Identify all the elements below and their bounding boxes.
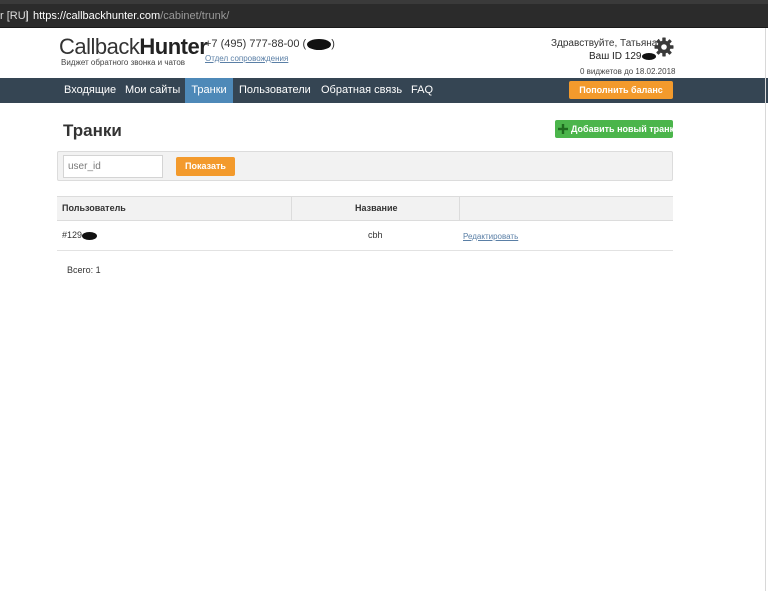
- column-divider: [459, 197, 460, 220]
- phone-number: +7 (495) 777-88-00 (: [205, 38, 307, 50]
- edit-trunk-link[interactable]: Редактировать: [463, 232, 518, 241]
- nav-item-trunks[interactable]: Транки: [185, 78, 233, 103]
- logo-subtitle: Виджет обратного звонка и чатов: [61, 58, 186, 67]
- support-phone: +7 (495) 777-88-00 (): [205, 38, 335, 50]
- url-path: /cabinet/trunk/: [160, 10, 230, 22]
- table-row: #129 cbh Редактировать: [57, 221, 673, 251]
- site-logo[interactable]: CallbackHunter: [59, 34, 208, 60]
- logo-text-bold: Hunter: [139, 34, 208, 59]
- column-header-name: Название: [355, 203, 398, 213]
- support-department-link[interactable]: Отдел сопровождения: [205, 54, 288, 63]
- user-id-text: Ваш ID 129: [589, 51, 642, 62]
- top-up-balance-button[interactable]: Пополнить баланс: [569, 81, 673, 99]
- browser-address-bar: r [RU] | https://callbackhunter.com/cabi…: [0, 0, 768, 28]
- widgets-info: 0 виджетов до 18.02.2018: [580, 67, 676, 76]
- nav-item-users[interactable]: Пользователи: [234, 78, 316, 103]
- url-field[interactable]: https://callbackhunter.com/cabinet/trunk…: [33, 10, 229, 22]
- cell-user: #129: [62, 230, 98, 240]
- logo-text-light: Callback: [59, 34, 140, 59]
- user-id-filter-input[interactable]: [63, 155, 163, 178]
- cell-user-id: #129: [62, 230, 83, 240]
- redacted-user-id: [82, 231, 98, 240]
- browser-tab-strip: [0, 0, 768, 4]
- total-count: Всего: 1: [67, 265, 101, 275]
- nav-item-feedback[interactable]: Обратная связь: [316, 78, 407, 103]
- nav-item-my-sites[interactable]: Мои сайты: [120, 78, 185, 103]
- nav-item-faq[interactable]: FAQ: [406, 78, 438, 103]
- show-button[interactable]: Показать: [176, 157, 235, 176]
- column-divider: [291, 197, 292, 220]
- table-header: Пользователь Название: [57, 196, 673, 221]
- page-title: Транки: [63, 121, 122, 140]
- user-id-label: Ваш ID 129: [589, 51, 656, 62]
- cell-trunk-name: cbh: [368, 230, 383, 240]
- url-host: https://callbackhunter.com: [33, 10, 161, 22]
- add-trunk-label: Добавить новый транк: [571, 124, 675, 134]
- user-greeting: Здравствуйте, Татьяна!: [551, 38, 661, 49]
- add-trunk-button[interactable]: Добавить новый транк: [555, 120, 675, 138]
- column-header-user: Пользователь: [62, 203, 126, 213]
- nav-item-incoming[interactable]: Входящие: [59, 78, 121, 103]
- settings-gear-icon[interactable]: [654, 37, 674, 57]
- phone-close-paren: ): [331, 38, 335, 50]
- redacted-extension: [307, 38, 332, 50]
- plus-icon: [558, 124, 568, 134]
- window-edge: [765, 28, 766, 591]
- address-separator: |: [25, 9, 28, 21]
